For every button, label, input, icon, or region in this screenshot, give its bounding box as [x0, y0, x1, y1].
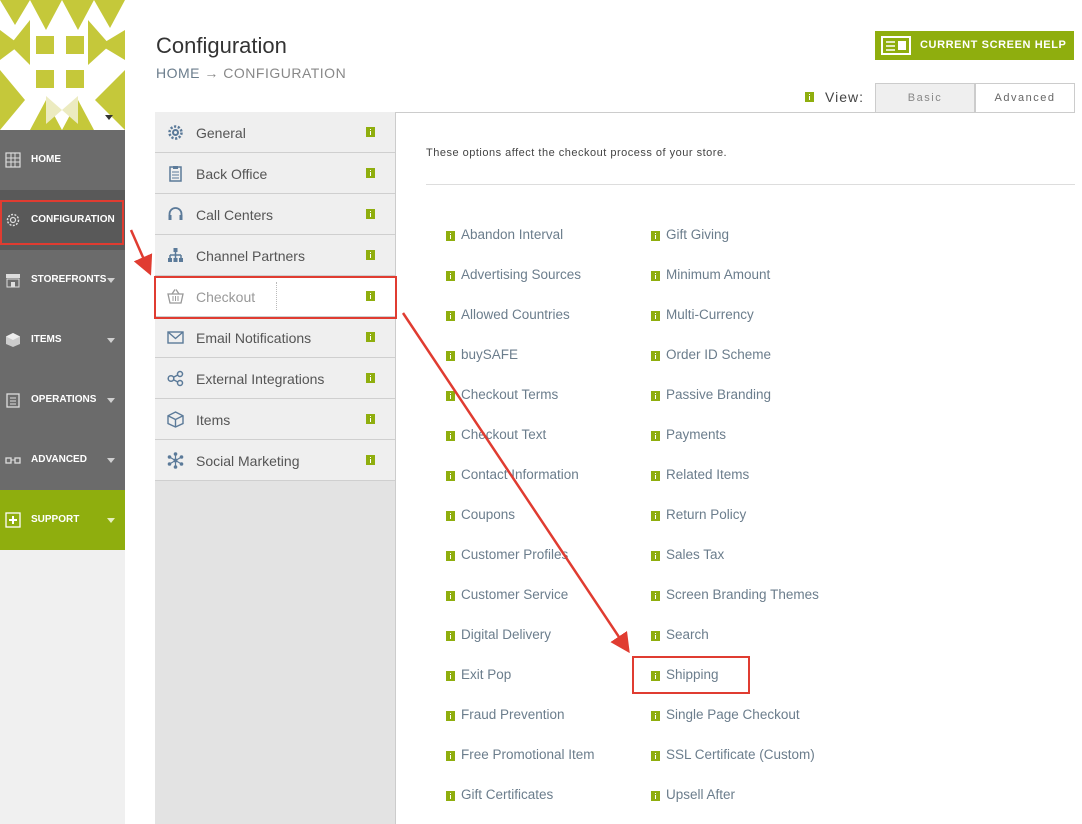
arrow-to-checkout-icon: [129, 229, 153, 276]
annotation-arrows: [129, 229, 630, 654]
arrow-to-shipping-icon: [401, 312, 630, 654]
